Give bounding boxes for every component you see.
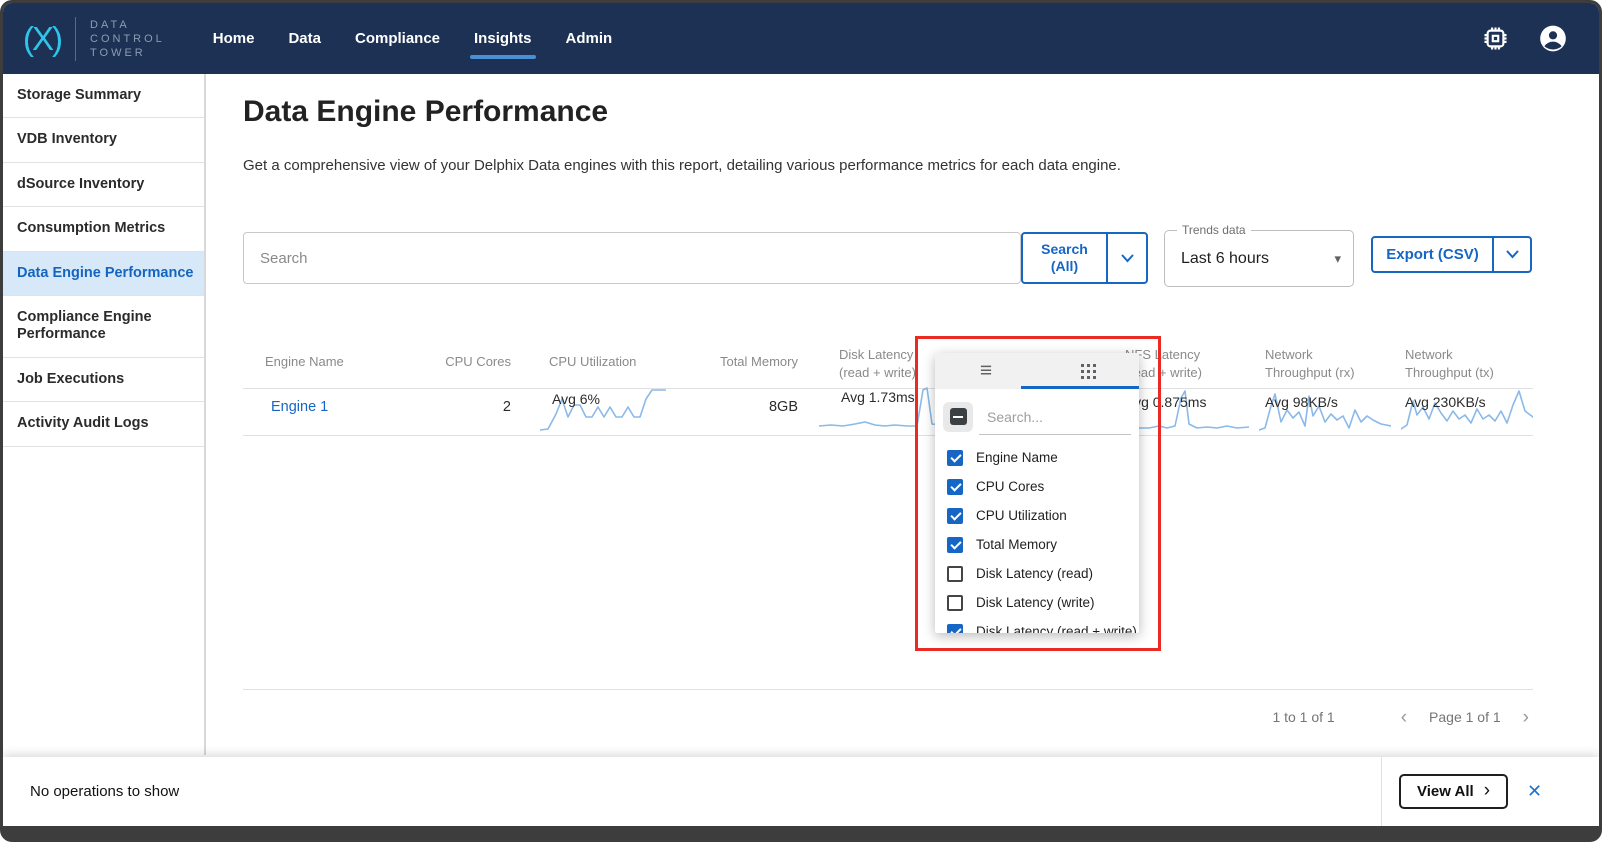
- hamburger-icon: ≡: [980, 359, 992, 383]
- pagination: 1 to 1 of 1 ‹ Page 1 of 1 ›: [243, 705, 1533, 729]
- next-page-icon[interactable]: ›: [1519, 708, 1533, 727]
- column-picker-tabs: ≡: [935, 353, 1139, 389]
- nav-item-data[interactable]: Data: [288, 24, 321, 53]
- checkbox-icon[interactable]: [947, 566, 963, 582]
- column-option-disk-latency-read[interactable]: Disk Latency (read): [935, 559, 1139, 588]
- search-underline: [979, 434, 1131, 435]
- sidebar-item-vdb-inventory[interactable]: VDB Inventory: [3, 118, 204, 162]
- sidebar: Storage Summary VDB Inventory dSource In…: [3, 74, 206, 755]
- page-title: Data Engine Performance: [243, 95, 608, 129]
- page-description: Get a comprehensive view of your Delphix…: [243, 157, 1343, 174]
- search-options-chevron-button[interactable]: [1106, 234, 1146, 282]
- tab-columns[interactable]: [1037, 353, 1139, 389]
- arrow-right-icon: ›: [1484, 780, 1490, 802]
- close-icon[interactable]: ✕: [1527, 781, 1542, 802]
- column-option-disk-latency-read-write[interactable]: Disk Latency (read + write): [935, 617, 1139, 633]
- delphix-logo-icon: (X): [23, 20, 61, 58]
- sidebar-item-compliance-engine-performance[interactable]: Compliance Engine Performance: [3, 296, 204, 358]
- export-csv-button[interactable]: Export (CSV): [1373, 238, 1492, 271]
- export-button-group: Export (CSV): [1371, 236, 1532, 273]
- brand-logo[interactable]: (X) DATA CONTROL TOWER: [3, 17, 187, 61]
- previous-page-icon[interactable]: ‹: [1397, 708, 1411, 727]
- brand-divider: [75, 17, 76, 61]
- engine-name-link[interactable]: Engine 1: [271, 399, 328, 415]
- sidebar-item-storage-summary[interactable]: Storage Summary: [3, 74, 204, 118]
- column-picker-list: Engine Name CPU Cores CPU Utilization To…: [935, 435, 1139, 633]
- column-header-engine-name: Engine Name: [265, 353, 425, 371]
- column-header-cpu-utilization: CPU Utilization: [549, 353, 669, 371]
- checkbox-icon[interactable]: [947, 595, 963, 611]
- column-option-cpu-utilization[interactable]: CPU Utilization: [935, 501, 1139, 530]
- tab-filters[interactable]: ≡: [935, 353, 1037, 389]
- nav-right-actions: [1481, 25, 1599, 53]
- indeterminate-checkbox-icon: [950, 408, 967, 425]
- dropdown-arrow-icon: ▾: [1334, 251, 1341, 267]
- total-memory-value: 8GB: [703, 399, 798, 415]
- checkbox-icon[interactable]: [947, 450, 963, 466]
- search-input[interactable]: [243, 232, 1021, 284]
- api-chip-icon[interactable]: [1481, 25, 1509, 53]
- operations-message: No operations to show: [30, 783, 179, 800]
- trends-data-value: Last 6 hours: [1181, 250, 1334, 268]
- sidebar-item-activity-audit-logs[interactable]: Activity Audit Logs: [3, 402, 204, 446]
- table-bottom-divider: [243, 689, 1533, 690]
- checkbox-icon[interactable]: [947, 537, 963, 553]
- table-row-divider: [243, 435, 1533, 436]
- grid-columns-icon: [1081, 364, 1096, 379]
- top-nav: (X) DATA CONTROL TOWER Home Data Complia…: [3, 3, 1599, 74]
- cpu-cores-value: 2: [423, 399, 511, 415]
- nav-item-home[interactable]: Home: [213, 24, 255, 53]
- brand-name: DATA CONTROL TOWER: [90, 19, 165, 59]
- column-option-total-memory[interactable]: Total Memory: [935, 530, 1139, 559]
- checkbox-icon[interactable]: [947, 508, 963, 524]
- column-picker-search-row: [935, 389, 1139, 435]
- checkbox-icon[interactable]: [947, 624, 963, 634]
- select-all-checkbox[interactable]: [943, 402, 973, 432]
- column-search-input[interactable]: [987, 409, 1117, 425]
- checkbox-icon[interactable]: [947, 479, 963, 495]
- column-header-disk-latency: Disk Latency (read + write): [839, 346, 931, 381]
- nav-item-insights[interactable]: Insights: [474, 24, 532, 53]
- network-rx-avg: Avg 98KB/s: [1265, 394, 1338, 410]
- column-option-cpu-cores[interactable]: CPU Cores: [935, 472, 1139, 501]
- pagination-range: 1 to 1 of 1: [1272, 709, 1334, 725]
- nav-item-compliance[interactable]: Compliance: [355, 24, 440, 53]
- chevron-down-icon: [1506, 250, 1519, 259]
- column-option-engine-name[interactable]: Engine Name: [935, 443, 1139, 472]
- search-all-button-group: Search (All): [1021, 232, 1148, 284]
- column-header-network-throughput-rx: Network Throughput (rx): [1265, 346, 1375, 381]
- sidebar-item-data-engine-performance[interactable]: Data Engine Performance: [3, 252, 204, 296]
- user-avatar-icon[interactable]: [1539, 25, 1567, 53]
- column-header-total-memory: Total Memory: [703, 353, 798, 371]
- pagination-page: Page 1 of 1: [1429, 709, 1501, 725]
- nav-links: Home Data Compliance Insights Admin: [213, 24, 612, 53]
- trends-data-select[interactable]: Trends data Last 6 hours ▾: [1164, 230, 1354, 287]
- operations-footer-bar: No operations to show View All › ✕: [3, 757, 1599, 826]
- app-window: (X) DATA CONTROL TOWER Home Data Complia…: [0, 0, 1602, 842]
- view-all-button[interactable]: View All ›: [1399, 774, 1508, 809]
- column-picker-popup: ≡ Engine Name CP: [935, 353, 1139, 633]
- network-tx-avg: Avg 230KB/s: [1405, 394, 1486, 410]
- sidebar-item-dsource-inventory[interactable]: dSource Inventory: [3, 163, 204, 207]
- column-option-disk-latency-write[interactable]: Disk Latency (write): [935, 588, 1139, 617]
- sidebar-item-job-executions[interactable]: Job Executions: [3, 358, 204, 402]
- column-header-network-throughput-tx: Network Throughput (tx): [1405, 346, 1515, 381]
- cpu-utilization-avg: Avg 6%: [552, 391, 600, 407]
- chevron-down-icon: [1121, 254, 1134, 263]
- export-options-chevron-button[interactable]: [1492, 238, 1530, 271]
- nav-item-admin[interactable]: Admin: [566, 24, 613, 53]
- trends-data-label: Trends data: [1177, 223, 1251, 237]
- sidebar-item-consumption-metrics[interactable]: Consumption Metrics: [3, 207, 204, 251]
- footer-divider: [1381, 757, 1382, 826]
- column-header-cpu-cores: CPU Cores: [423, 353, 511, 371]
- search-all-button[interactable]: Search (All): [1023, 234, 1106, 282]
- disk-latency-avg: Avg 1.73ms: [841, 389, 915, 405]
- column-header-nfs-latency: NFS Latency (read + write): [1125, 346, 1220, 381]
